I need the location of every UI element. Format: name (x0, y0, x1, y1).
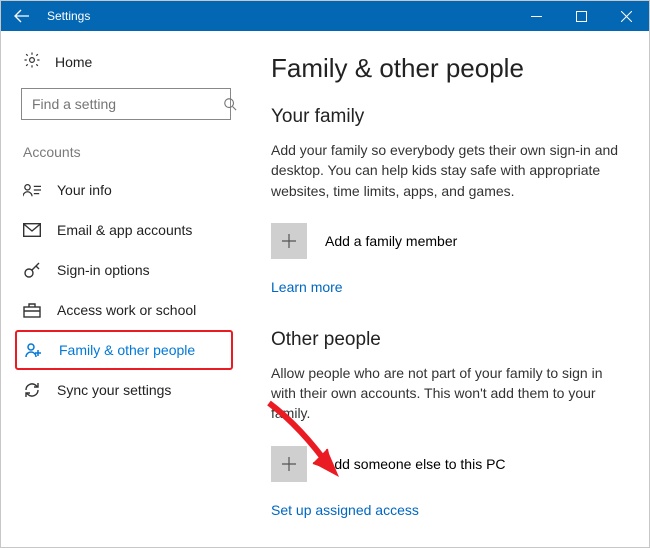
home-label: Home (55, 54, 92, 70)
sidebar-item-label: Sync your settings (57, 382, 171, 398)
learn-more-link[interactable]: Learn more (271, 279, 621, 295)
sidebar-item-label: Email & app accounts (57, 222, 192, 238)
add-someone-else-button[interactable]: Add someone else to this PC (271, 446, 621, 482)
annotation-highlight: Family & other people (15, 330, 233, 370)
maximize-button[interactable] (559, 1, 604, 31)
home-button[interactable]: Home (1, 45, 251, 78)
search-input[interactable] (22, 89, 223, 119)
sidebar-item-your-info[interactable]: Your info (1, 170, 251, 210)
briefcase-icon (23, 301, 41, 319)
sidebar-item-label: Access work or school (57, 302, 196, 318)
key-icon (23, 261, 41, 279)
search-icon (223, 97, 237, 111)
close-button[interactable] (604, 1, 649, 31)
your-family-description: Add your family so everybody gets their … (271, 140, 621, 201)
sidebar-item-work-school[interactable]: Access work or school (1, 290, 251, 330)
sidebar-section-label: Accounts (1, 138, 251, 170)
other-people-heading: Other people (271, 329, 621, 351)
plus-icon (271, 223, 307, 259)
sidebar-item-family[interactable]: Family & other people (17, 332, 231, 368)
window-title: Settings (43, 9, 90, 23)
person-badge-icon (23, 181, 41, 199)
settings-window: Settings Home (0, 0, 650, 548)
sync-icon (23, 381, 41, 399)
titlebar: Settings (1, 1, 649, 31)
sidebar: Home Accounts Your info (1, 31, 251, 547)
sidebar-item-email[interactable]: Email & app accounts (1, 210, 251, 250)
plus-icon (271, 446, 307, 482)
minimize-button[interactable] (514, 1, 559, 31)
content-pane: Family & other people Your family Add yo… (251, 31, 649, 547)
add-family-member-label: Add a family member (325, 233, 457, 249)
back-button[interactable] (1, 1, 43, 31)
sidebar-item-label: Your info (57, 182, 112, 198)
add-someone-else-label: Add someone else to this PC (325, 456, 506, 472)
mail-icon (23, 221, 41, 239)
sidebar-item-label: Family & other people (59, 342, 195, 358)
search-input-wrapper[interactable] (21, 88, 231, 120)
page-title: Family & other people (271, 53, 621, 84)
gear-icon (23, 51, 41, 72)
people-icon (25, 341, 43, 359)
sidebar-item-label: Sign-in options (57, 262, 150, 278)
assigned-access-link[interactable]: Set up assigned access (271, 502, 621, 518)
add-family-member-button[interactable]: Add a family member (271, 223, 621, 259)
sidebar-item-signin[interactable]: Sign-in options (1, 250, 251, 290)
other-people-description: Allow people who are not part of your fa… (271, 363, 621, 424)
your-family-heading: Your family (271, 106, 621, 128)
sidebar-item-sync[interactable]: Sync your settings (1, 370, 251, 410)
